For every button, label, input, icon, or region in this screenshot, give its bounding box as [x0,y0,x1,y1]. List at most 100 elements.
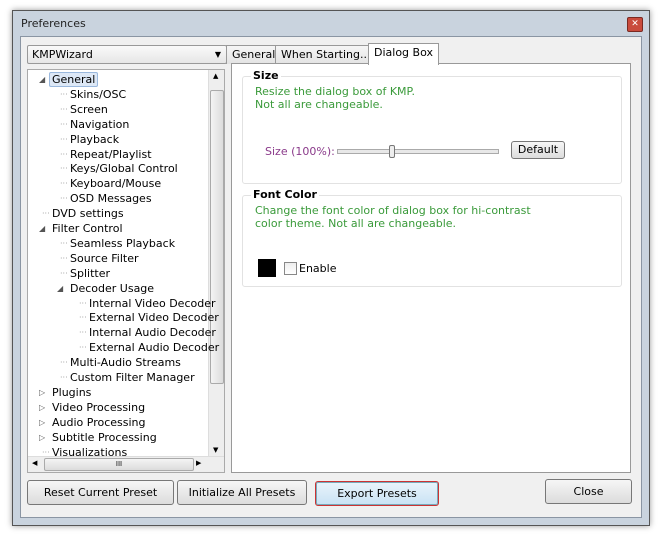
tree-item[interactable]: ··· External Video Decoder [79,310,219,325]
tree-item[interactable]: ··· Source Filter [60,251,139,266]
tree-item-label: Keyboard/Mouse [70,177,162,191]
tree-item-label: Subtitle Processing [52,430,157,444]
scroll-thumb[interactable]: III [44,458,194,471]
tab-general[interactable]: General [226,45,282,64]
reset-current-preset-button[interactable]: Reset Current Preset [27,480,174,505]
tree-vertical-scrollbar[interactable]: ▲ ▼ [208,70,224,456]
tree-line-icon: ··· [60,89,68,99]
tree-line-icon: ··· [79,343,87,353]
tree-item-label: Internal Video Decoder [89,296,216,310]
tree-item[interactable]: ▷ Subtitle Processing [39,430,157,445]
collapse-arrow-icon[interactable]: ◢ [57,281,63,296]
enable-label: Enable [299,262,337,275]
tree-line-icon: ··· [79,328,87,338]
tree-line-icon: ··· [60,373,68,382]
tree-line-icon: ··· [60,194,68,204]
tree-line-icon: ··· [60,104,68,114]
tree-line-icon: ··· [42,209,50,219]
export-presets-button[interactable]: Export Presets [315,481,439,506]
tree-item[interactable]: ··· Repeat/Playlist [60,147,152,162]
settings-tree: ▲ ▼ ◀ III ▶ ◢ General ··· Skins/OSC ··· Screen ··… [27,69,225,473]
tree-item[interactable]: ··· Keys/Global Control [60,161,178,176]
tree-item[interactable]: ··· DVD settings [42,206,124,221]
tree-item-label: Keys/Global Control [70,162,178,176]
tree-item-label: Skins/OSC [70,87,127,101]
font-color-group: Font Color Change the font color of dial… [242,188,622,287]
tree-item[interactable]: ··· Seamless Playback [60,236,176,251]
font-color-swatch[interactable] [258,259,276,277]
size-desc-2: Not all are changeable. [255,98,383,111]
tree-item[interactable]: ··· OSD Messages [60,191,152,206]
chevron-down-icon: ▼ [214,50,221,59]
slider-thumb[interactable] [389,145,396,158]
tree-line-icon: ··· [60,253,68,263]
font-desc-2: color theme. Not all are changeable. [255,217,457,230]
window-title: Preferences [21,17,86,30]
tree-item-label: General [49,72,99,87]
tree-item[interactable]: ◢ General [39,72,99,87]
initialize-all-presets-button[interactable]: Initialize All Presets [177,480,307,505]
tree-item[interactable]: ▷ Audio Processing [39,415,146,430]
tree-item[interactable]: ··· Screen [60,102,108,117]
tree-item-label: External Video Decoder [89,311,219,325]
tree-item[interactable]: ··· External Audio Decoder [79,340,220,355]
tree-item-label: Navigation [70,117,130,131]
expand-arrow-icon[interactable]: ▷ [39,415,45,430]
tree-item[interactable]: ··· Keyboard/Mouse [60,176,162,191]
font-desc-1: Change the font color of dialog box for … [255,204,531,217]
close-button[interactable]: Close [545,479,632,504]
tree-line-icon: ··· [60,149,68,159]
tree-line-icon: ··· [60,238,68,248]
preferences-window: Preferences ✕ KMPWizard ▼ ▲ ▼ ◀ III ▶ ◢ Gener… [12,10,650,526]
tree-line-icon: ··· [79,313,87,323]
tree-item-label: Filter Control [52,222,123,235]
tree-line-icon: ··· [42,447,50,457]
tree-item[interactable]: ··· Skins/OSC [60,87,127,102]
size-slider[interactable] [337,145,499,158]
tree-item-label: Internal Audio Decoder [89,326,216,340]
tree-item-label: Seamless Playback [70,236,176,250]
tree-item[interactable]: ··· Playback [60,132,120,147]
tree-item[interactable]: ··· Visualizations [42,445,127,460]
client-area: KMPWizard ▼ ▲ ▼ ◀ III ▶ ◢ General ··· Skins/OSC… [20,36,642,518]
tree-item[interactable]: ··· Internal Video Decoder [79,296,216,311]
tree-line-icon: ··· [60,119,68,129]
tab-dialog-box[interactable]: Dialog Box [368,43,439,65]
expand-arrow-icon[interactable]: ▷ [39,430,45,445]
tree-item[interactable]: ◢ Decoder Usage [57,281,155,296]
expand-arrow-icon[interactable]: ▷ [39,385,45,400]
font-color-title: Font Color [251,188,319,201]
size-desc-1: Resize the dialog box of KMP. [255,85,415,98]
tree-line-icon: ··· [60,179,68,189]
tree-item[interactable]: ▷ Video Processing [39,400,145,415]
tree-item[interactable]: ··· Splitter [60,266,110,281]
tree-item-label: Multi-Audio Streams [70,356,181,370]
tab-when-starting[interactable]: When Starting... [275,45,377,64]
tree-item[interactable]: ◢ Filter Control [39,221,123,236]
tree-item-label: Source Filter [70,251,139,265]
tree-item-label: Decoder Usage [70,281,155,295]
tree-item[interactable]: ··· Internal Audio Decoder [79,325,216,340]
tree-line-icon: ··· [60,134,68,144]
tree-item[interactable]: ··· Navigation [60,117,130,132]
preset-combo-value: KMPWizard [32,48,93,61]
tree-item[interactable]: ··· Custom Filter Manager [60,370,195,385]
tree-item-label: External Audio Decoder [89,341,220,355]
tree-item-label: Playback [70,132,120,146]
tree-item[interactable]: ▷ Plugins [39,385,92,400]
enable-checkbox[interactable] [284,262,297,275]
preset-combo[interactable]: KMPWizard ▼ [27,45,227,64]
expand-arrow-icon[interactable]: ▷ [39,400,45,415]
default-button[interactable]: Default [511,141,565,159]
tree-item-label: Audio Processing [52,415,146,429]
tree-item-label: OSD Messages [70,192,152,206]
tree-item-label: Screen [70,102,108,116]
close-window-button[interactable]: ✕ [627,17,643,32]
tree-line-icon: ··· [60,268,68,278]
collapse-arrow-icon[interactable]: ◢ [39,221,45,236]
tree-item[interactable]: ··· Multi-Audio Streams [60,355,181,370]
tree-line-icon: ··· [60,358,68,368]
collapse-arrow-icon[interactable]: ◢ [39,72,45,87]
tree-item-label: Plugins [52,385,92,399]
tree-line-icon: ··· [79,298,87,308]
